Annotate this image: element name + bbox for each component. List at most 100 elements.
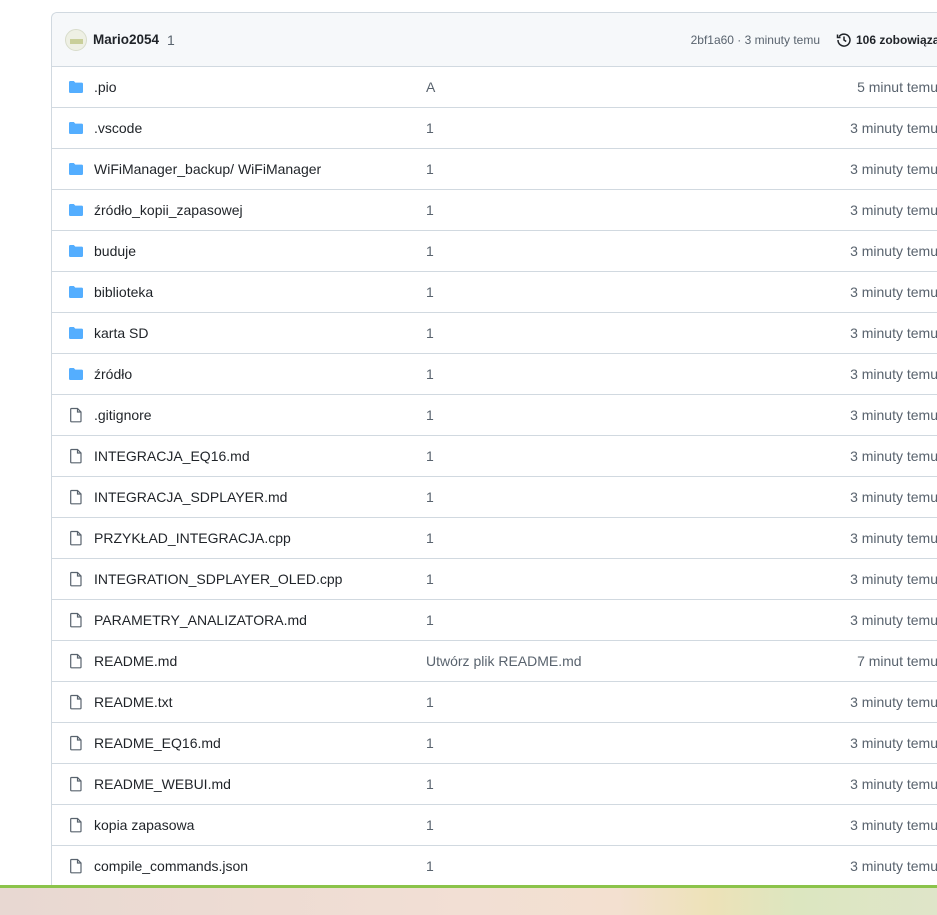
- file-row[interactable]: INTEGRATION_SDPLAYER_OLED.cpp 1 3 minuty…: [52, 559, 937, 600]
- commit-time: 3 minuty temu: [850, 120, 937, 136]
- commit-time: 3 minuty temu: [850, 612, 937, 628]
- file-row[interactable]: README.txt 1 3 minuty temu: [52, 682, 937, 723]
- commit-message-link[interactable]: 1: [426, 243, 751, 259]
- file-icon: [68, 571, 84, 587]
- commit-message-link[interactable]: 1: [426, 325, 751, 341]
- folder-icon: [68, 161, 84, 177]
- file-name-link[interactable]: README_WEBUI.md: [94, 776, 426, 792]
- file-row[interactable]: INTEGRACJA_EQ16.md 1 3 minuty temu: [52, 436, 937, 477]
- file-browser: Mario2054 1 2bf1a60 · 3 minuty temu 106 …: [51, 12, 937, 888]
- file-name-link[interactable]: INTEGRACJA_SDPLAYER.md: [94, 489, 426, 505]
- file-name-link[interactable]: .pio: [94, 79, 426, 95]
- commit-message-link[interactable]: 1: [426, 858, 751, 874]
- commit-author[interactable]: Mario2054: [93, 32, 159, 47]
- commit-time: 3 minuty temu: [850, 571, 937, 587]
- file-name-link[interactable]: WiFiManager_backup/ WiFiManager: [94, 161, 426, 177]
- commit-message-link[interactable]: 1: [426, 407, 751, 423]
- folder-icon: [68, 366, 84, 382]
- commit-message-link[interactable]: 1: [426, 161, 751, 177]
- commit-message-link[interactable]: 1: [426, 776, 751, 792]
- commit-time: 3 minuty temu: [850, 161, 937, 177]
- file-icon: [68, 858, 84, 874]
- file-row[interactable]: .vscode 1 3 minuty temu: [52, 108, 937, 149]
- commit-time: 3 minuty temu: [850, 489, 937, 505]
- folder-icon: [68, 79, 84, 95]
- file-row[interactable]: karta SD 1 3 minuty temu: [52, 313, 937, 354]
- commit-time: 3 minuty temu: [850, 858, 937, 874]
- file-icon: [68, 694, 84, 710]
- file-row[interactable]: .pio A 5 minut temu: [52, 67, 937, 108]
- file-icon: [68, 612, 84, 628]
- commit-history-link[interactable]: 106 zobowiązań: [836, 32, 937, 48]
- file-icon: [68, 489, 84, 505]
- commit-message[interactable]: 1: [167, 32, 175, 48]
- commit-time: 3 minuty temu: [850, 243, 937, 259]
- file-name-link[interactable]: PARAMETRY_ANALIZATORA.md: [94, 612, 426, 628]
- file-name-link[interactable]: INTEGRACJA_EQ16.md: [94, 448, 426, 464]
- desktop-taskbar-strip: [0, 885, 937, 915]
- file-icon: [68, 530, 84, 546]
- file-name-link[interactable]: buduje: [94, 243, 426, 259]
- file-name-link[interactable]: README.md: [94, 653, 426, 669]
- file-name-link[interactable]: źródło_kopii_zapasowej: [94, 202, 426, 218]
- file-icon: [68, 448, 84, 464]
- commit-time: 3 minuty temu: [850, 448, 937, 464]
- file-name-link[interactable]: .vscode: [94, 120, 426, 136]
- commit-time: 3 minuty temu: [850, 776, 937, 792]
- file-name-link[interactable]: README.txt: [94, 694, 426, 710]
- commit-sha-time[interactable]: 2bf1a60 · 3 minuty temu: [691, 33, 820, 47]
- commit-message-link[interactable]: Utwórz plik README.md: [426, 653, 751, 669]
- commit-message-link[interactable]: A: [426, 79, 751, 95]
- file-name-link[interactable]: kopia zapasowa: [94, 817, 426, 833]
- file-name-link[interactable]: INTEGRATION_SDPLAYER_OLED.cpp: [94, 571, 426, 587]
- history-icon: [836, 32, 851, 47]
- commit-message-link[interactable]: 1: [426, 530, 751, 546]
- commit-message-link[interactable]: 1: [426, 284, 751, 300]
- file-name-link[interactable]: README_EQ16.md: [94, 735, 426, 751]
- folder-icon: [68, 202, 84, 218]
- file-name-link[interactable]: compile_commands.json: [94, 858, 426, 874]
- file-row[interactable]: README_WEBUI.md 1 3 minuty temu: [52, 764, 937, 805]
- commit-message-link[interactable]: 1: [426, 817, 751, 833]
- file-name-link[interactable]: biblioteka: [94, 284, 426, 300]
- file-name-link[interactable]: .gitignore: [94, 407, 426, 423]
- file-row[interactable]: .gitignore 1 3 minuty temu: [52, 395, 937, 436]
- commit-message-link[interactable]: 1: [426, 448, 751, 464]
- file-row[interactable]: PARAMETRY_ANALIZATORA.md 1 3 minuty temu: [52, 600, 937, 641]
- file-row[interactable]: compile_commands.json 1 3 minuty temu: [52, 846, 937, 887]
- file-name-link[interactable]: PRZYKŁAD_INTEGRACJA.cpp: [94, 530, 426, 546]
- file-row[interactable]: kopia zapasowa 1 3 minuty temu: [52, 805, 937, 846]
- file-row[interactable]: WiFiManager_backup/ WiFiManager 1 3 minu…: [52, 149, 937, 190]
- commit-time: 3 minuty temu: [850, 817, 937, 833]
- commit-time: 3 minuty temu: [850, 325, 937, 341]
- commit-time: 3 minuty temu: [850, 366, 937, 382]
- folder-icon: [68, 284, 84, 300]
- commit-message-link[interactable]: 1: [426, 694, 751, 710]
- commit-time: 3 minuty temu: [850, 735, 937, 751]
- avatar[interactable]: [65, 28, 87, 51]
- file-icon: [68, 407, 84, 423]
- commit-time: 3 minuty temu: [850, 530, 937, 546]
- commit-message-link[interactable]: 1: [426, 571, 751, 587]
- file-row[interactable]: źródło_kopii_zapasowej 1 3 minuty temu: [52, 190, 937, 231]
- commit-message-link[interactable]: 1: [426, 366, 751, 382]
- commit-message-link[interactable]: 1: [426, 735, 751, 751]
- commit-message-link[interactable]: 1: [426, 489, 751, 505]
- file-name-link[interactable]: źródło: [94, 366, 426, 382]
- file-row[interactable]: PRZYKŁAD_INTEGRACJA.cpp 1 3 minuty temu: [52, 518, 937, 559]
- file-row[interactable]: buduje 1 3 minuty temu: [52, 231, 937, 272]
- file-row[interactable]: INTEGRACJA_SDPLAYER.md 1 3 minuty temu: [52, 477, 937, 518]
- file-icon: [68, 735, 84, 751]
- commit-time: 3 minuty temu: [850, 202, 937, 218]
- commit-message-link[interactable]: 1: [426, 120, 751, 136]
- commit-time: 5 minut temu: [857, 79, 937, 95]
- file-name-link[interactable]: karta SD: [94, 325, 426, 341]
- commit-time: 3 minuty temu: [850, 694, 937, 710]
- folder-icon: [68, 243, 84, 259]
- file-row[interactable]: źródło 1 3 minuty temu: [52, 354, 937, 395]
- commit-message-link[interactable]: 1: [426, 612, 751, 628]
- commit-message-link[interactable]: 1: [426, 202, 751, 218]
- file-row[interactable]: README_EQ16.md 1 3 minuty temu: [52, 723, 937, 764]
- file-row[interactable]: biblioteka 1 3 minuty temu: [52, 272, 937, 313]
- file-row[interactable]: README.md Utwórz plik README.md 7 minut …: [52, 641, 937, 682]
